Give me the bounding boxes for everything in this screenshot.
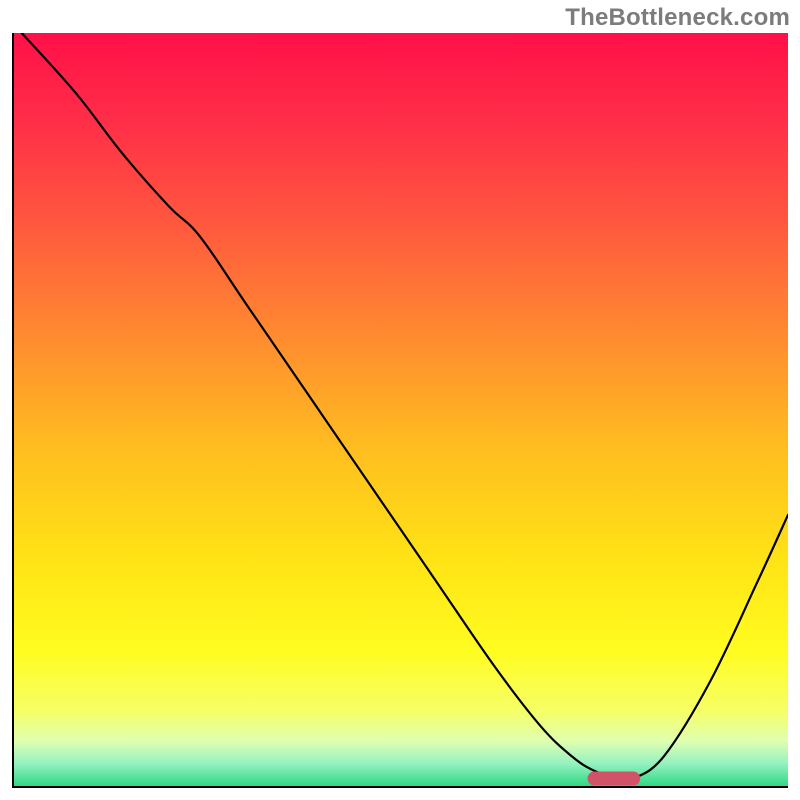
plot-area bbox=[12, 33, 788, 788]
chart-container: TheBottleneck.com bbox=[0, 0, 800, 800]
gradient-background bbox=[14, 33, 788, 786]
attribution-label: TheBottleneck.com bbox=[565, 4, 790, 32]
bottleneck-chart bbox=[14, 33, 788, 786]
